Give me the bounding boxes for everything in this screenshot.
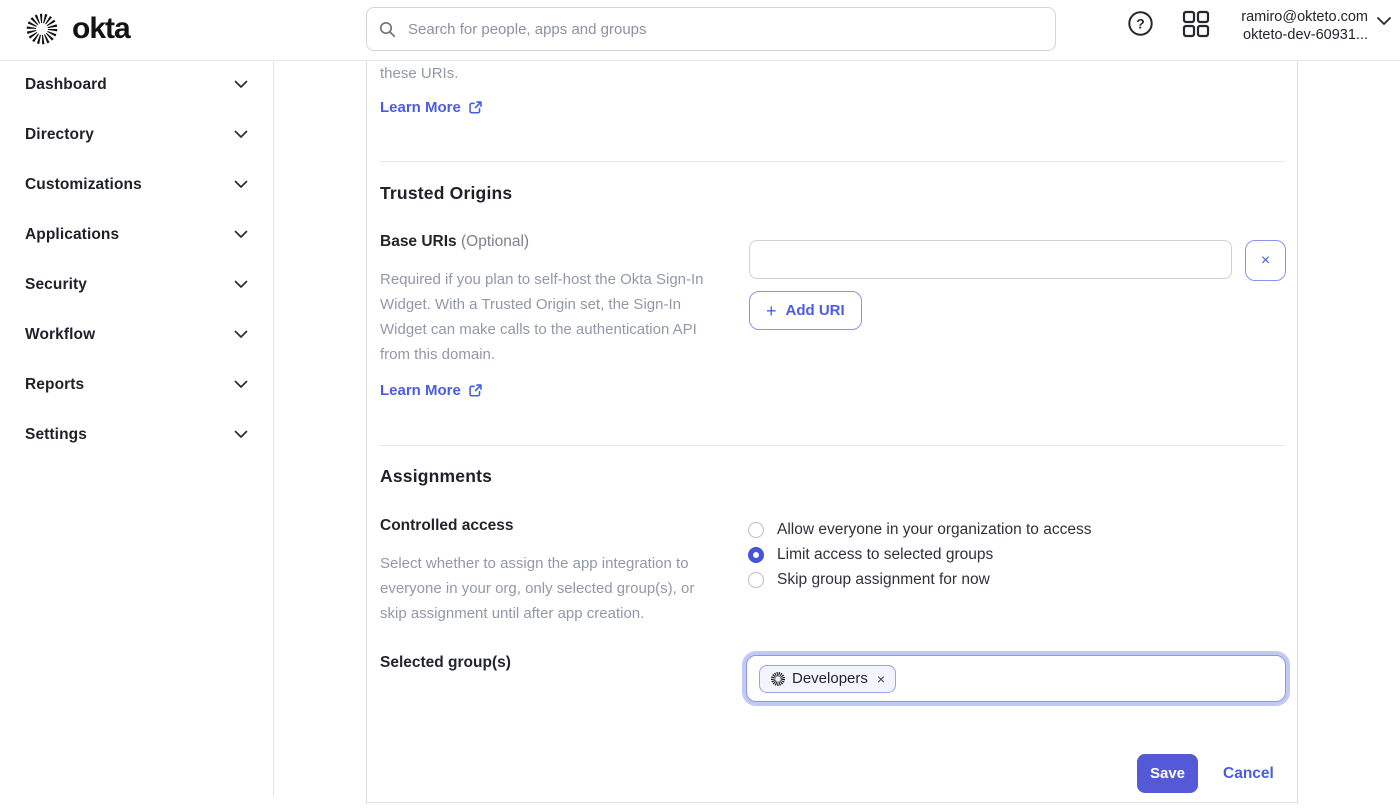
account-chevron-down-icon[interactable] [1376,13,1392,31]
learn-more-link-trusted-origins[interactable]: Learn More [380,382,483,399]
search-icon [379,21,396,38]
controlled-access-label: Controlled access [380,517,514,535]
apps-grid-icon[interactable] [1181,9,1210,43]
sidebar-item-security[interactable]: Security [0,260,273,310]
radio-input[interactable] [748,522,764,538]
controlled-access-description: Select whether to assign the app integra… [380,551,721,626]
sidebar-item-settings[interactable]: Settings [0,410,273,460]
section-divider [380,161,1285,162]
selected-groups-label: Selected group(s) [380,654,511,672]
sidebar-item-dashboard[interactable]: Dashboard [0,60,273,110]
help-icon[interactable]: ? [1127,10,1154,42]
okta-wordmark: okta [72,12,130,46]
chevron-down-icon [234,376,248,394]
radio-input[interactable] [748,572,764,588]
radio-input[interactable] [748,547,764,563]
chevron-down-icon [234,76,248,94]
okta-logo[interactable]: okta [25,12,130,46]
chevron-down-icon [234,176,248,194]
radio-option-allow-everyone[interactable]: Allow everyone in your organization to a… [748,517,1091,542]
clipped-description-text: these URIs. [380,61,458,86]
sidebar-item-customizations[interactable]: Customizations [0,160,273,210]
section-divider [380,445,1285,446]
assignments-title: Assignments [380,466,492,487]
chevron-down-icon [234,426,248,444]
account-email: ramiro@okteto.com [1241,8,1368,26]
search-input[interactable] [406,20,1043,39]
remove-group-icon[interactable]: × [877,671,885,687]
chevron-down-icon [234,276,248,294]
plus-icon: + [766,302,777,320]
sidebar-item-workflow[interactable]: Workflow [0,310,273,360]
base-uris-description: Required if you plan to self-host the Ok… [380,267,721,367]
external-link-icon [468,383,483,398]
learn-more-link-redirect[interactable]: Learn More [380,99,483,116]
chevron-down-icon [234,126,248,144]
radio-option-limit-access[interactable]: Limit access to selected groups [748,542,1091,567]
account-menu[interactable]: ramiro@okteto.com okteto-dev-60931... [1241,8,1368,44]
selected-groups-input[interactable]: Developers × [746,655,1286,702]
svg-text:?: ? [1136,15,1145,31]
base-uris-label: Base URIs (Optional) [380,233,529,251]
sidebar-item-directory[interactable]: Directory [0,110,273,160]
top-header: okta ? ramiro@okteto.com okteto-dev-6093… [0,0,1400,61]
close-icon: × [1261,252,1270,270]
sidebar-item-reports[interactable]: Reports [0,360,273,410]
save-button[interactable]: Save [1137,754,1198,793]
group-chip-developers: Developers × [759,665,896,693]
remove-uri-button[interactable]: × [1245,240,1286,281]
chevron-down-icon [234,326,248,344]
external-link-icon [468,100,483,115]
global-search[interactable] [366,7,1056,51]
controlled-access-radio-group: Allow everyone in your organization to a… [748,517,1091,592]
base-uri-input[interactable] [749,240,1232,279]
sidebar-nav: Dashboard Directory Customizations Appli… [0,60,273,460]
optional-tag: (Optional) [461,233,529,250]
add-uri-button[interactable]: + Add URI [749,291,862,330]
account-org: okteto-dev-60931... [1241,26,1368,44]
cancel-button[interactable]: Cancel [1223,754,1274,793]
trusted-origins-title: Trusted Origins [380,183,512,204]
okta-sunburst-icon [25,12,59,46]
chevron-down-icon [234,226,248,244]
app-settings-card: these URIs. Learn More Trusted Origins B… [366,60,1298,803]
radio-option-skip-assignment[interactable]: Skip group assignment for now [748,567,1091,592]
sidebar-divider [273,60,274,797]
okta-group-icon [770,671,786,687]
sidebar-item-applications[interactable]: Applications [0,210,273,260]
